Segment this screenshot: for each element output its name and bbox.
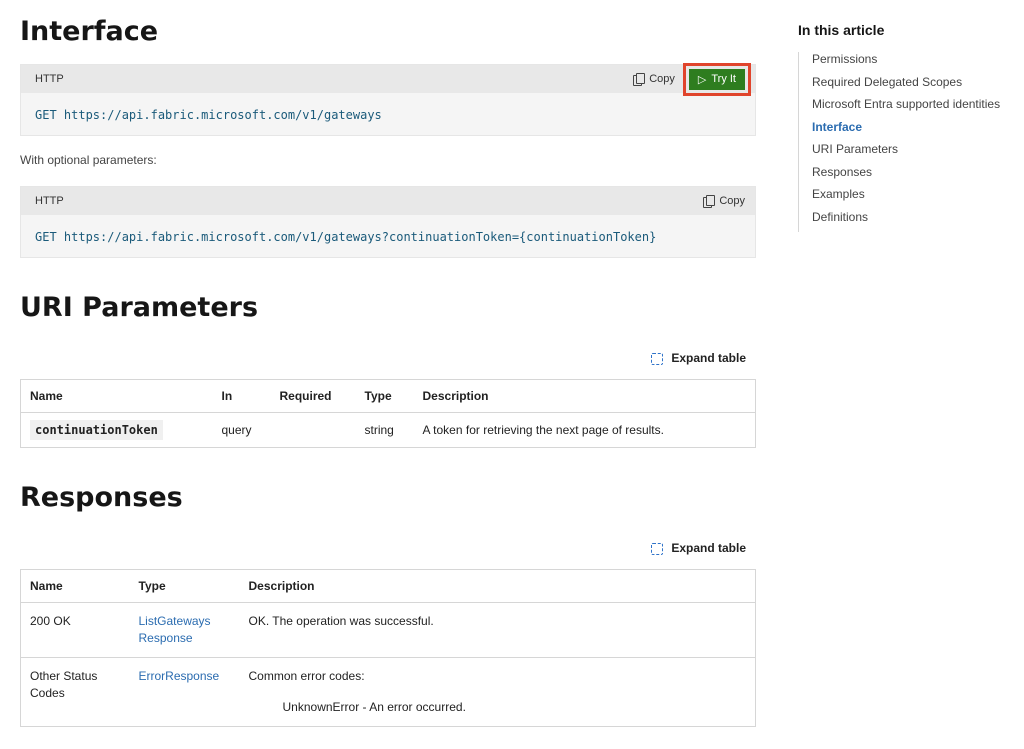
error-code-detail: UnknownError - An error occurred. <box>282 700 466 714</box>
code-block-header: HTTP Copy ▷ Try It <box>21 62 755 96</box>
toc-list: Permissions Required Delegated Scopes Mi… <box>798 52 1018 232</box>
code-block-get-gateways-optional: HTTP Copy GET https://api.fabric.microso… <box>20 186 756 258</box>
copy-label: Copy <box>719 195 745 207</box>
toc-item-examples[interactable]: Examples <box>812 187 1018 210</box>
code-text: GET https://api.fabric.microsoft.com/v1/… <box>35 108 382 122</box>
code-language-label: HTTP <box>35 195 64 207</box>
copy-button[interactable]: Copy <box>703 195 745 208</box>
table-header-row: Name In Required Type Description <box>20 379 756 413</box>
expand-icon <box>651 543 664 555</box>
column-header-in: In <box>212 379 271 413</box>
copy-button[interactable]: Copy <box>633 73 675 86</box>
cell-name: Other Status Codes <box>20 657 130 727</box>
heading-interface: Interface <box>20 16 159 47</box>
try-it-button[interactable]: ▷ Try It <box>688 68 745 90</box>
table-header-row: Name Type Description <box>20 569 756 603</box>
parameter-name: continuationToken <box>30 420 163 440</box>
toc-item-interface[interactable]: Interface <box>812 120 1018 143</box>
cell-type: ListGateways Response <box>129 602 240 658</box>
code-block-get-gateways: HTTP Copy ▷ Try It GET https://api.fabri… <box>20 62 756 136</box>
column-header-type: Type <box>129 569 240 603</box>
cell-description: Common error codes: UnknownError - An er… <box>239 657 756 727</box>
cell-name: 200 OK <box>20 602 130 658</box>
cell-required <box>270 412 356 448</box>
error-codes-intro: Common error codes: <box>248 669 365 683</box>
toc-title: In this article <box>798 22 885 38</box>
expand-table-button[interactable]: Expand table <box>651 541 746 555</box>
heading-uri-parameters: URI Parameters <box>20 292 259 323</box>
try-it-highlight: ▷ Try It <box>682 62 751 96</box>
table-row: 200 OK ListGateways Response OK. The ope… <box>20 602 756 658</box>
toc-item-definitions[interactable]: Definitions <box>812 210 1018 233</box>
copy-icon <box>703 195 716 208</box>
status-name: Other Status Codes <box>30 669 98 700</box>
expand-icon <box>651 353 664 365</box>
table-of-contents: In this article Permissions Required Del… <box>798 22 1018 232</box>
cell-type: ErrorResponse <box>129 657 240 727</box>
cell-name: continuationToken <box>20 412 213 448</box>
toc-item-responses[interactable]: Responses <box>812 165 1018 188</box>
column-header-description: Description <box>413 379 756 413</box>
list-gateways-response-link[interactable]: ListGateways Response <box>139 613 219 647</box>
toc-item-uri-parameters[interactable]: URI Parameters <box>812 142 1018 165</box>
cell-type: string <box>355 412 414 448</box>
column-header-type: Type <box>355 379 414 413</box>
cell-in: query <box>212 412 271 448</box>
responses-table: Name Type Description 200 OK ListGateway… <box>20 569 756 727</box>
uri-parameters-table: Name In Required Type Description contin… <box>20 379 756 448</box>
toc-item-supported-identities[interactable]: Microsoft Entra supported identities <box>812 97 1018 120</box>
heading-responses: Responses <box>20 482 183 513</box>
error-response-link[interactable]: ErrorResponse <box>139 669 220 683</box>
table-row: continuationToken query string A token f… <box>20 412 756 448</box>
copy-label: Copy <box>649 73 675 85</box>
code-text: GET https://api.fabric.microsoft.com/v1/… <box>35 230 657 244</box>
cell-description: A token for retrieving the next page of … <box>413 412 756 448</box>
try-it-label: Try It <box>711 73 736 85</box>
column-header-name: Name <box>20 569 130 603</box>
code-language-label: HTTP <box>35 73 64 85</box>
play-icon: ▷ <box>697 73 707 86</box>
copy-icon <box>633 73 646 86</box>
column-header-required: Required <box>270 379 356 413</box>
cell-description: OK. The operation was successful. <box>239 602 756 658</box>
code-block-header: HTTP Copy <box>21 187 755 215</box>
toc-item-required-delegated-scopes[interactable]: Required Delegated Scopes <box>812 75 1018 98</box>
table-row: Other Status Codes ErrorResponse Common … <box>20 657 756 727</box>
column-header-name: Name <box>20 379 213 413</box>
expand-table-label: Expand table <box>671 351 746 365</box>
expand-table-button[interactable]: Expand table <box>651 351 746 365</box>
expand-table-label: Expand table <box>671 541 746 555</box>
optional-parameters-text: With optional parameters: <box>20 153 157 167</box>
column-header-description: Description <box>239 569 756 603</box>
toc-item-permissions[interactable]: Permissions <box>812 52 1018 75</box>
